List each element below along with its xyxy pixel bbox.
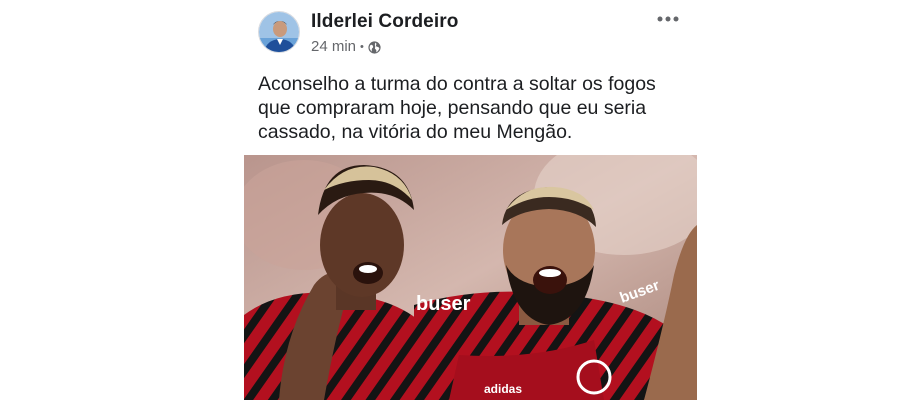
- more-options-button[interactable]: [654, 8, 682, 30]
- avatar[interactable]: [258, 11, 300, 53]
- facebook-post: Ilderlei Cordeiro 24 min • Aconselho a t…: [0, 0, 900, 400]
- post-timestamp[interactable]: 24 min: [311, 38, 356, 55]
- jersey-sponsor-left: buser: [416, 293, 471, 315]
- globe-icon: [368, 40, 381, 54]
- avatar-photo: [259, 12, 299, 52]
- post-photo[interactable]: buser buser adidas: [244, 155, 697, 400]
- meta-separator: •: [360, 40, 364, 53]
- post-meta: 24 min •: [311, 38, 381, 55]
- author-name[interactable]: Ilderlei Cordeiro: [311, 11, 458, 33]
- jersey-brand: adidas: [484, 382, 522, 396]
- post-text: Aconselho a turma do contra a soltar os …: [258, 73, 656, 143]
- photo-illustration: buser buser adidas: [244, 155, 697, 400]
- more-options-icon: [657, 16, 679, 22]
